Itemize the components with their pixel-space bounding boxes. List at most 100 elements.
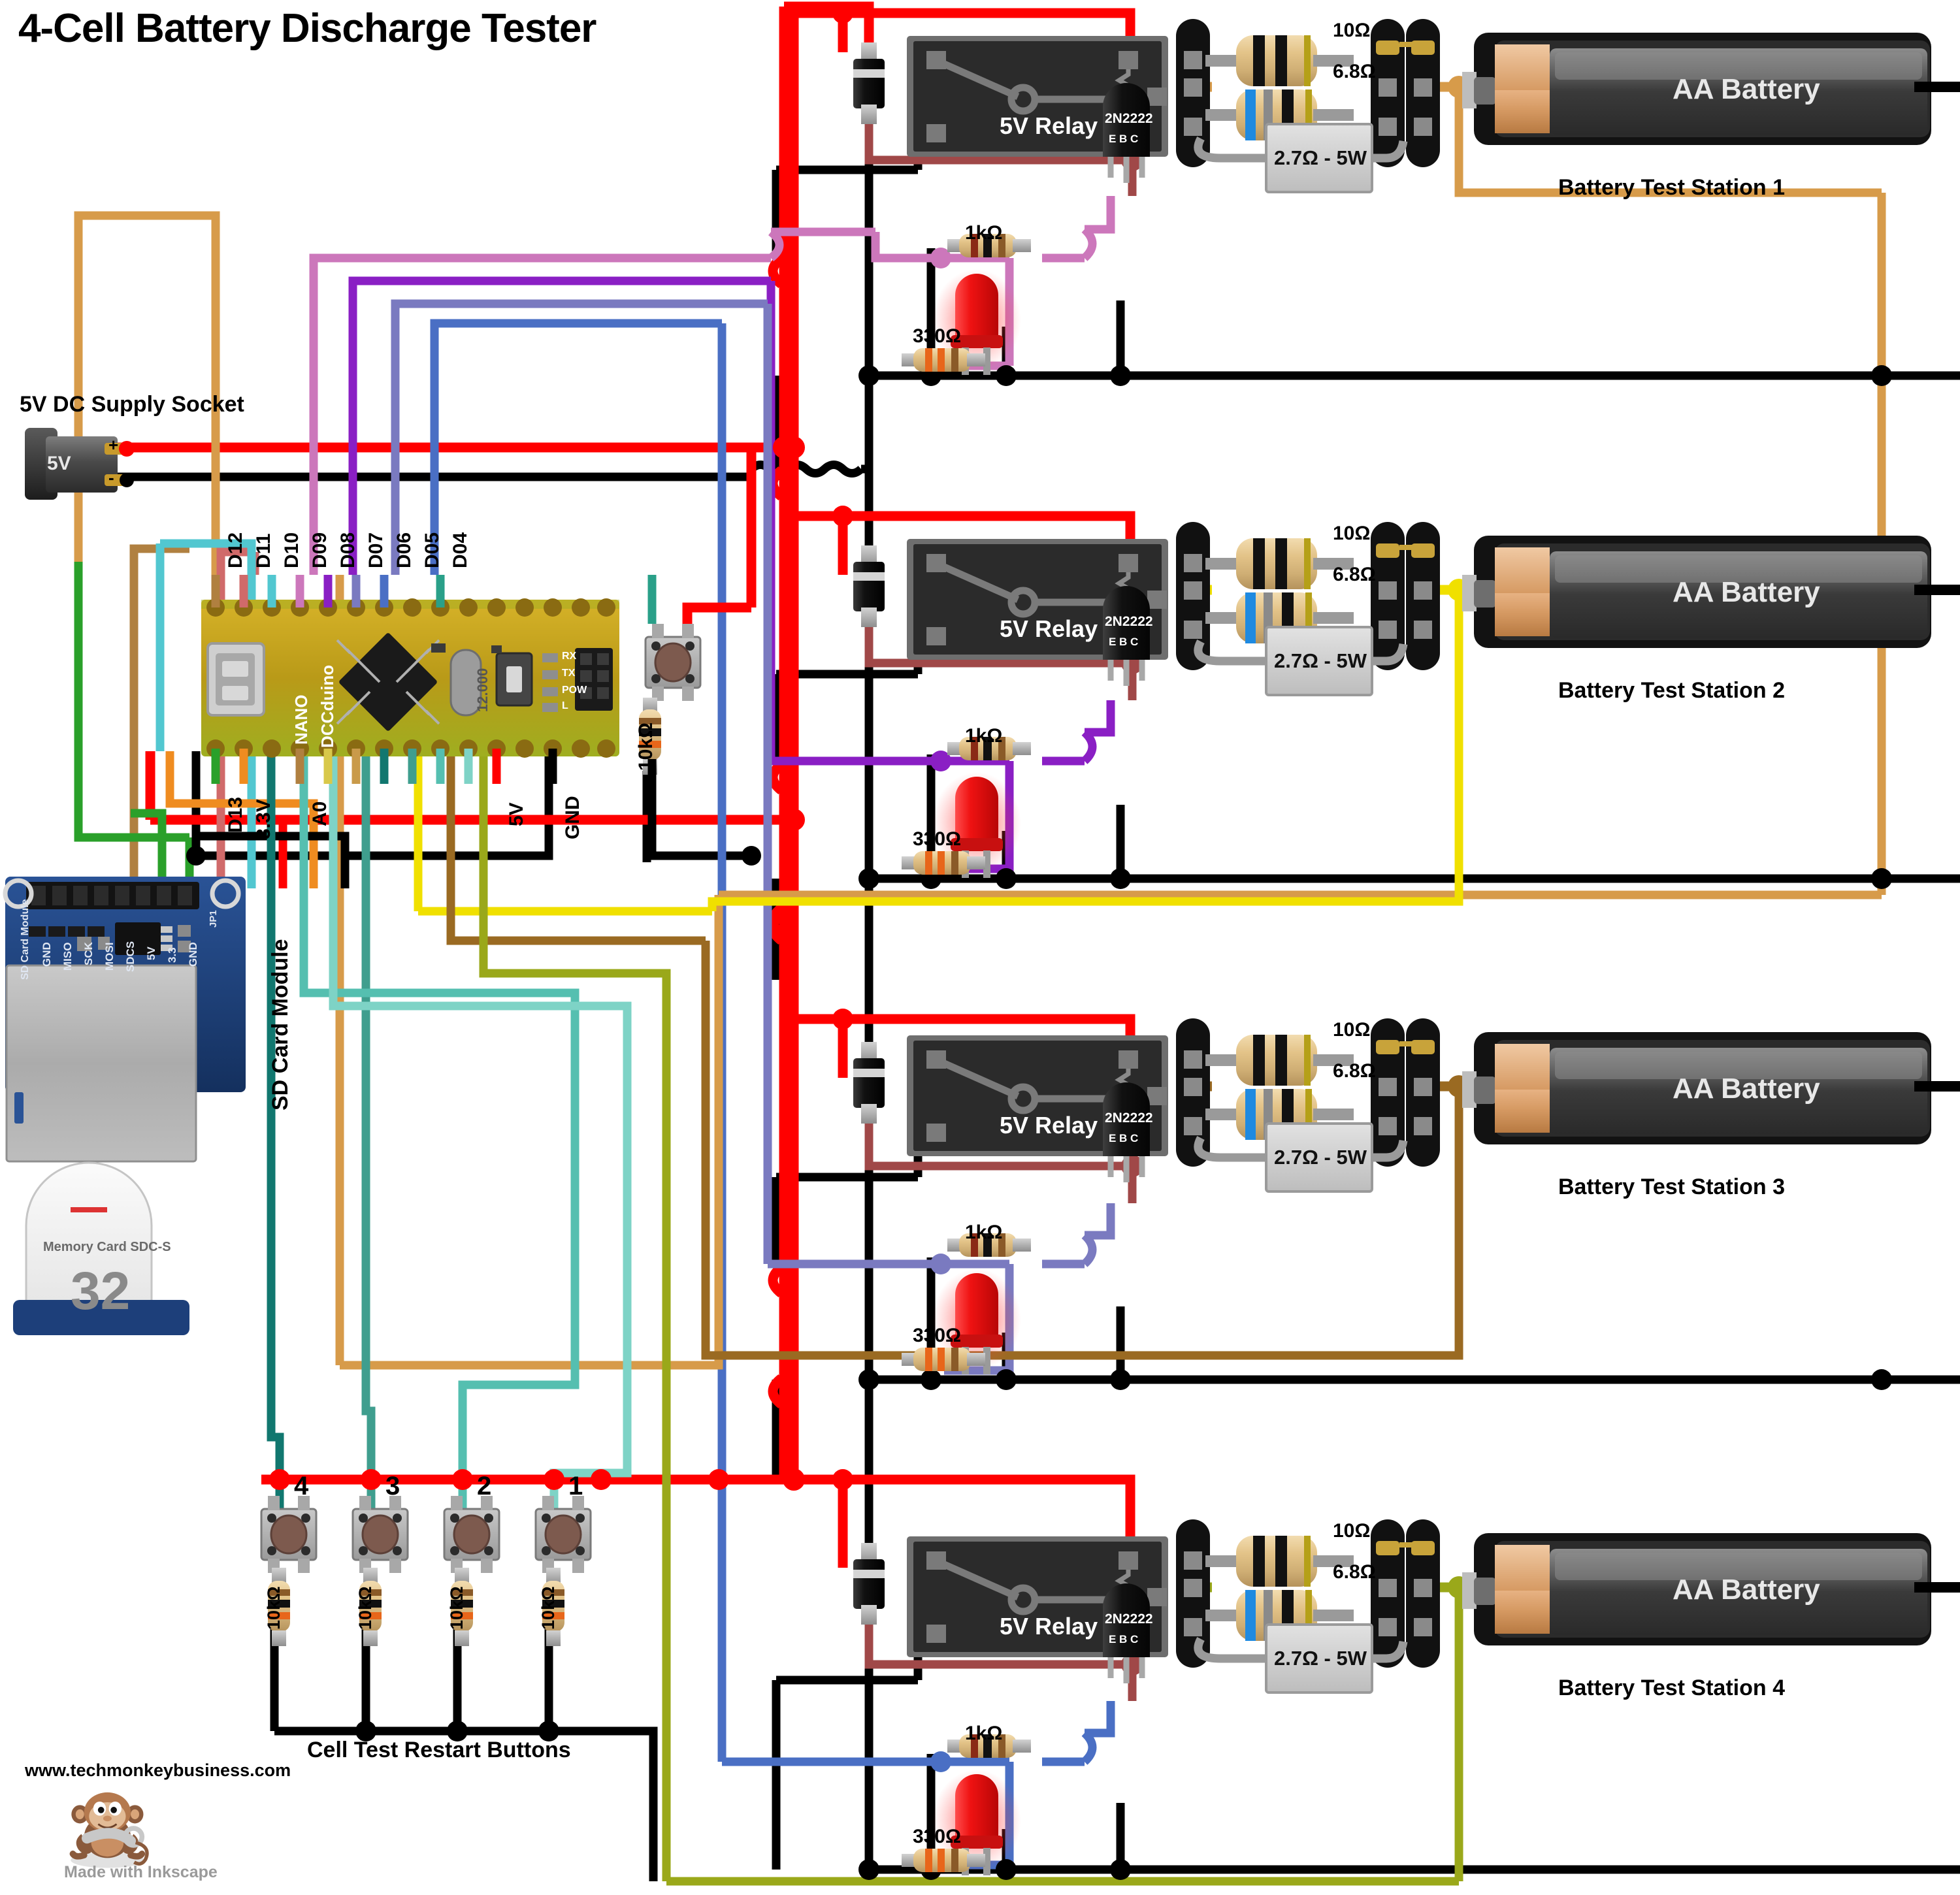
memory-card-capacity: 32 <box>71 1261 131 1321</box>
sd-pin-33: 3.3 <box>166 947 178 963</box>
sd-pin-sdcs: SDCS <box>124 941 137 972</box>
sd-header <box>26 882 199 909</box>
station-label-3: Battery Test Station 3 <box>1558 1174 1786 1199</box>
resistor-68ohm-label-3: 6.8Ω <box>1333 1060 1376 1082</box>
wire-station3-collector <box>1085 1203 1115 1240</box>
nano-pin-d13: D13 <box>225 796 246 833</box>
power-resistor-label-4: 2.7Ω - 5W <box>1274 1647 1367 1670</box>
nano-pin-d04: D04 <box>449 532 471 568</box>
nano-brand-name2: DCCduino <box>318 664 337 748</box>
restart-button-3[interactable] <box>351 1496 409 1573</box>
nano-reset-button-external[interactable] <box>644 624 702 701</box>
nano-pullup-label: 10kΩ <box>635 722 657 771</box>
resistor-10ohm <box>1205 538 1354 589</box>
flyback-diode <box>853 1543 885 1625</box>
wire-hop4 <box>1081 1232 1097 1267</box>
transistor-pins-1: E B C <box>1109 133 1139 145</box>
wire-station2-collector <box>1085 700 1115 737</box>
wiring-diagram-canvas: 4-Cell Battery Discharge Tester 5V DC Su… <box>0 0 1960 1895</box>
battery-text-1: AA Battery <box>1673 73 1820 105</box>
battery-text-4: AA Battery <box>1673 1574 1820 1606</box>
pulldown-resistors <box>268 1568 564 1646</box>
resistor-68ohm-label-2: 6.8Ω <box>1333 564 1376 585</box>
restart-button-2[interactable] <box>443 1496 500 1573</box>
terminal-block-left <box>1176 19 1210 167</box>
nano-pin-gnd: GND <box>562 796 583 839</box>
memory-card-text: Memory Card SDC-S <box>43 1240 171 1254</box>
restart-resistor-3: 10kΩ <box>355 1586 375 1630</box>
relay-label-4: 5V Relay <box>1000 1613 1098 1640</box>
power-resistor-label-1: 2.7Ω - 5W <box>1274 146 1367 169</box>
battery-test-station-3 <box>853 1018 1960 1374</box>
page-title: 4-Cell Battery Discharge Tester <box>18 6 596 51</box>
wire-hop2 <box>1081 226 1097 261</box>
sd-pin-mosi: MOSI <box>103 942 116 971</box>
led-resistor-label-3: 330Ω <box>913 1325 962 1346</box>
nano-pin-a0: A0 <box>309 801 331 826</box>
power-resistor-label-2: 2.7Ω - 5W <box>1274 649 1367 672</box>
power-resistor-label-3: 2.7Ω - 5W <box>1274 1146 1367 1169</box>
led-resistor-label-4: 330Ω <box>913 1826 962 1847</box>
relay-label-1: 5V Relay <box>1000 112 1098 139</box>
nano-pin-d05: D05 <box>421 532 443 568</box>
transistor-pins-3: E B C <box>1109 1132 1139 1144</box>
restart-button-label-4: 4 <box>294 1472 309 1500</box>
nano-crystal-label: 12.000 <box>474 668 491 712</box>
station-label-4: Battery Test Station 4 <box>1558 1676 1786 1700</box>
restart-resistor-4: 10kΩ <box>264 1586 284 1630</box>
terminal-block-left <box>1176 1519 1210 1668</box>
sd-module-label: SD Card Module <box>268 939 293 1110</box>
nano-led-pow: POW <box>562 685 587 696</box>
restart-resistor-1: 10kΩ <box>538 1586 558 1630</box>
sd-pin-miso: MISO <box>61 942 74 971</box>
base-resistor-label-4: 1kΩ <box>965 1723 1003 1744</box>
dc-socket-body-text: 5V <box>47 453 71 474</box>
footer-site[interactable]: www.techmonkeybusiness.com <box>25 1760 291 1781</box>
restart-button-4[interactable] <box>260 1496 318 1573</box>
sd-pin-gnd1: GND <box>41 942 53 967</box>
restart-button-label-1: 1 <box>568 1472 583 1500</box>
sd-pin-gnd2: GND <box>187 942 199 967</box>
transistor-label-1: 2N2222 <box>1105 111 1153 126</box>
transistor-pins-4: E B C <box>1109 1633 1139 1645</box>
restart-group-label: Cell Test Restart Buttons <box>307 1738 571 1762</box>
station-power-paths <box>1186 82 1459 1593</box>
arduino-nano-board <box>201 598 619 758</box>
techmonkey-logo <box>69 1792 149 1868</box>
terminal-block-left <box>1176 1018 1210 1167</box>
restart-button-label-2: 2 <box>477 1472 492 1500</box>
resistor-10ohm-label-3: 10Ω <box>1333 1019 1371 1041</box>
nano-led-l: L <box>562 700 568 711</box>
led-resistor-label-2: 330Ω <box>913 828 962 850</box>
wire-station4-collector <box>1085 1701 1115 1738</box>
transistor-label-2: 2N2222 <box>1105 614 1153 629</box>
battery-text-2: AA Battery <box>1673 576 1820 608</box>
flyback-diode <box>853 1042 885 1124</box>
flyback-diode <box>853 42 885 124</box>
circuit-svg <box>3 1 1960 1886</box>
base-resistor-label-2: 1kΩ <box>965 725 1003 747</box>
dc-minus-label: - <box>108 468 114 487</box>
restart-button-1[interactable] <box>534 1496 592 1573</box>
footer-made-with: Made with Inkscape <box>64 1863 218 1881</box>
resistor-10ohm <box>1205 1536 1354 1587</box>
sd-socket <box>5 964 197 1163</box>
transistor-label-3: 2N2222 <box>1105 1110 1153 1126</box>
led-resistor-label-1: 330Ω <box>913 325 962 347</box>
nano-led-rx: RX <box>562 651 577 662</box>
nano-pin-d10: D10 <box>281 532 302 568</box>
nano-pin-3v3: 3.3V <box>253 799 274 839</box>
nano-pin-d12: D12 <box>225 532 246 568</box>
station-label-1: Battery Test Station 1 <box>1558 175 1786 200</box>
dc-socket-label: 5V DC Supply Socket <box>20 392 244 417</box>
battery-text-3: AA Battery <box>1673 1073 1820 1105</box>
nano-pin-d07: D07 <box>365 532 387 568</box>
dc-plus-label: + <box>108 435 119 455</box>
flyback-diode <box>853 545 885 627</box>
resistor-68ohm-label-4: 6.8Ω <box>1333 1561 1376 1583</box>
relay-label-2: 5V Relay <box>1000 615 1098 642</box>
resistor-10ohm <box>1205 35 1354 86</box>
sd-pin-sck: SCK <box>82 942 95 965</box>
restart-resistor-2: 10kΩ <box>447 1586 466 1630</box>
base-resistor-label-1: 1kΩ <box>965 222 1003 244</box>
